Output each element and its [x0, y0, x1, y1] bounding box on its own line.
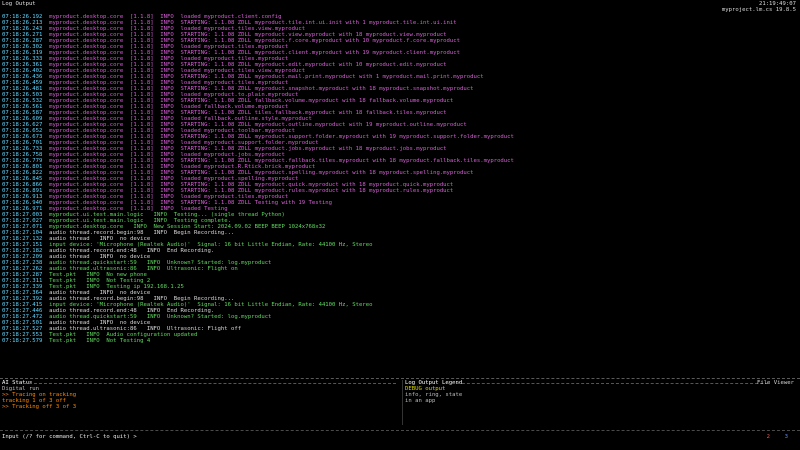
- panel-line: >> Tracking off 3 of 3: [2, 404, 77, 410]
- panel-line: in an app: [405, 398, 436, 404]
- command-prompt[interactable]: Input (/? for command, Ctrl-C to quit) >: [2, 434, 137, 440]
- prompt-divider: [0, 430, 800, 431]
- log-output[interactable]: 07:18:26.192 myproduct.desktop.core [1.1…: [2, 14, 798, 376]
- log-timestamp: 07:18:27.579: [2, 338, 43, 344]
- file-viewer-tab[interactable]: File Viewer: [757, 380, 794, 386]
- header-rule: [24, 383, 396, 384]
- vertical-separator: [402, 380, 403, 425]
- log-message: Test.pkt INFO Not Testing 4: [42, 338, 151, 344]
- status-count-right: 3: [784, 434, 788, 440]
- version-label: myproject.lm.cs 19.8.5: [721, 7, 796, 13]
- ai-status-panel: AI Status Digital run >> Tracing on track…: [2, 380, 400, 425]
- legend-lines: DEBUG output info, ring, state in an app: [405, 386, 798, 404]
- legend-panel: Log Output Legend File Viewer DEBUG outp…: [405, 380, 798, 425]
- title-bar: Log Output 21:19:49:07 myproject.lm.cs 1…: [0, 0, 800, 13]
- panel-divider: [0, 378, 800, 379]
- ai-status-lines: Digital run >> Tracing on tracking trackin…: [2, 386, 400, 410]
- log-line: 07:18:27.579 Test.pkt INFO Not Testing 4: [2, 338, 798, 344]
- status-count-left: 2: [766, 434, 770, 440]
- window-title: Log Output: [2, 1, 36, 7]
- header-rule: [447, 383, 768, 384]
